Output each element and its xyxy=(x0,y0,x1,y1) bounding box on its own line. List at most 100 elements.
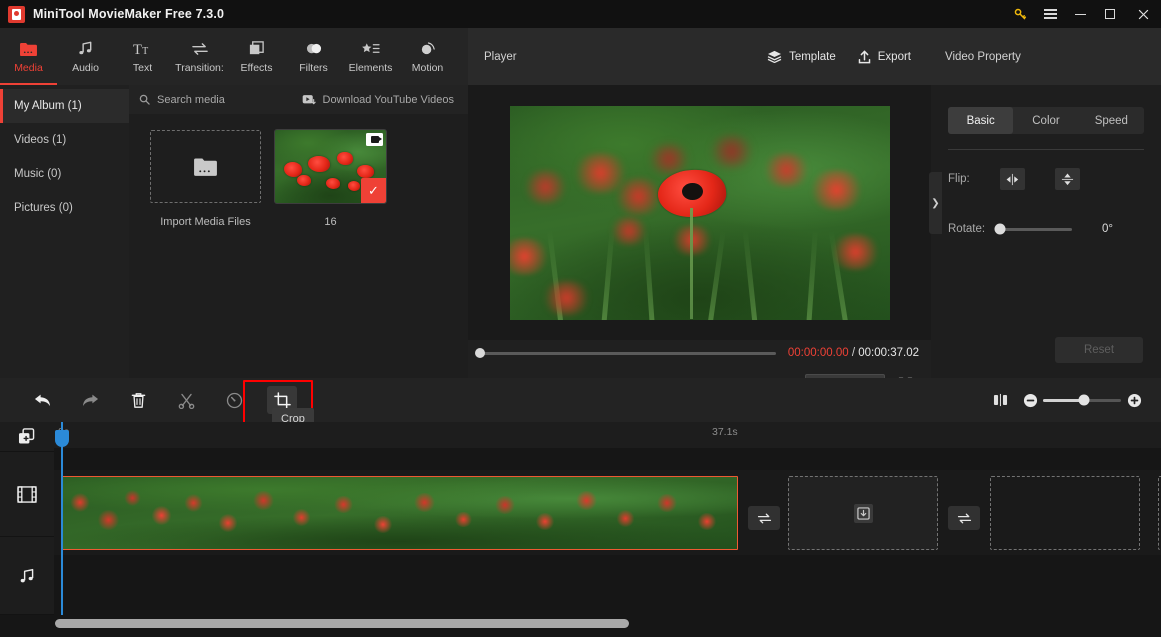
export-button[interactable]: Export xyxy=(858,50,911,64)
ribbon-item-text[interactable]: TT Text xyxy=(114,28,171,85)
close-button[interactable] xyxy=(1125,0,1161,28)
ribbon-item-audio[interactable]: Audio xyxy=(57,28,114,85)
flip-row: Flip: xyxy=(948,166,1144,192)
poppy-shape xyxy=(297,175,311,187)
category-music[interactable]: Music (0) xyxy=(0,157,129,191)
template-button[interactable]: Template xyxy=(767,50,836,63)
category-label: Music (0) xyxy=(14,168,62,180)
tab-label: Basic xyxy=(966,114,995,127)
player-stage xyxy=(468,85,931,340)
import-media-dropzone[interactable] xyxy=(150,130,261,203)
ribbon-item-elements[interactable]: Elements xyxy=(342,28,399,85)
maximize-button[interactable] xyxy=(1095,0,1125,28)
tab-basic[interactable]: Basic xyxy=(948,107,1014,134)
app-title: MiniTool MovieMaker Free 7.3.0 xyxy=(33,7,225,21)
media-categories: My Album (1) Videos (1) Music (0) Pictur… xyxy=(0,85,129,378)
clip-poppy xyxy=(69,492,90,512)
ribbon-item-motion[interactable]: Motion xyxy=(399,28,456,85)
zoom-out-button[interactable] xyxy=(1017,378,1043,422)
player-actions: Template Export xyxy=(767,50,911,64)
zoom-in-button[interactable] xyxy=(1121,378,1147,422)
chevron-right-icon: ❯ xyxy=(931,197,940,209)
reset-button[interactable]: Reset xyxy=(1055,337,1143,363)
zoom-out-icon xyxy=(1023,393,1037,407)
blurred-poppy xyxy=(805,169,867,211)
track-headers xyxy=(0,422,54,615)
zoom-in-icon xyxy=(1127,393,1141,407)
playhead-line[interactable] xyxy=(61,422,63,619)
rotate-handle[interactable] xyxy=(994,223,1006,235)
clip-poppy xyxy=(184,494,204,512)
tab-speed[interactable]: Speed xyxy=(1079,107,1144,134)
split-button[interactable] xyxy=(162,378,210,422)
media-item-cell[interactable]: ✓ 16 xyxy=(268,129,393,228)
search-icon xyxy=(139,94,150,105)
video-track-header[interactable] xyxy=(0,452,54,537)
hamburger-menu-icon xyxy=(1043,9,1057,19)
category-videos[interactable]: Videos (1) xyxy=(0,123,129,157)
undo-button[interactable] xyxy=(18,378,66,422)
ruler-end-label: 37.1s xyxy=(712,426,738,438)
timeline-tracks xyxy=(54,448,1161,615)
minimize-button[interactable] xyxy=(1065,0,1095,28)
media-drop-slot-1[interactable] xyxy=(788,476,938,550)
category-pictures[interactable]: Pictures (0) xyxy=(0,191,129,225)
media-thumbnail[interactable]: ✓ xyxy=(274,129,387,204)
split-screen-button[interactable] xyxy=(983,378,1017,422)
search-media-input[interactable]: Search media xyxy=(139,94,225,106)
seek-handle[interactable] xyxy=(475,348,485,358)
ribbon-label: Filters xyxy=(299,61,328,74)
player-title: Player xyxy=(484,50,517,63)
panel-collapse-handle[interactable]: ❯ xyxy=(929,172,942,234)
player-header: Player Template Export xyxy=(468,28,931,85)
ribbon-item-transitions[interactable]: Transition: xyxy=(171,28,228,85)
template-label: Template xyxy=(789,50,836,63)
transition-slot-1[interactable] xyxy=(748,506,780,530)
maximize-icon xyxy=(1105,9,1115,19)
tab-color[interactable]: Color xyxy=(1013,107,1078,134)
category-my-album[interactable]: My Album (1) xyxy=(0,89,129,123)
transition-slot-2[interactable] xyxy=(948,506,980,530)
download-youtube-button[interactable]: Download YouTube Videos xyxy=(302,94,454,106)
media-panel: My Album (1) Videos (1) Music (0) Pictur… xyxy=(0,85,468,378)
video-clip[interactable] xyxy=(62,476,738,550)
playhead-handle[interactable] xyxy=(55,430,69,447)
ribbon-item-media[interactable]: Media xyxy=(0,28,57,85)
import-media-cell[interactable]: Import Media Files xyxy=(143,130,268,228)
preview-video-frame[interactable] xyxy=(509,105,890,320)
ribbon-item-filters[interactable]: Filters xyxy=(285,28,342,85)
crop-icon xyxy=(273,391,291,409)
flip-horizontal-button[interactable] xyxy=(1000,168,1025,190)
ribbon-item-effects[interactable]: Effects xyxy=(228,28,285,85)
delete-button[interactable] xyxy=(114,378,162,422)
add-media-track-button[interactable] xyxy=(0,422,54,452)
window-controls xyxy=(1005,0,1161,28)
time-separator: / xyxy=(851,347,856,359)
search-placeholder: Search media xyxy=(157,93,225,106)
add-media-icon xyxy=(18,427,34,444)
check-icon[interactable]: ✓ xyxy=(361,178,386,203)
speed-button[interactable] xyxy=(210,378,258,422)
media-drop-slot-2[interactable] xyxy=(990,476,1140,550)
timeline-ruler[interactable]: 0s 37.1s xyxy=(54,422,1161,448)
clip-poppy xyxy=(332,495,355,513)
main-menu-button[interactable] xyxy=(1035,0,1065,28)
media-toolbar: Search media Download YouTube Videos xyxy=(129,85,468,114)
rotate-label: Rotate: xyxy=(948,223,986,235)
title-bar: MiniTool MovieMaker Free 7.3.0 xyxy=(0,0,1161,28)
transition-arrows-icon xyxy=(191,40,209,58)
horizontal-scrollbar[interactable] xyxy=(55,619,629,628)
audio-track-header[interactable] xyxy=(0,537,54,615)
license-key-button[interactable] xyxy=(1005,0,1035,28)
seek-slider[interactable] xyxy=(475,348,776,358)
ribbon-label: Transition: xyxy=(175,61,224,74)
music-note-icon xyxy=(77,40,94,58)
redo-button[interactable] xyxy=(66,378,114,422)
effects-squares-icon xyxy=(248,40,265,58)
zoom-slider[interactable] xyxy=(1043,394,1121,406)
folder-icon xyxy=(194,158,217,176)
zoom-handle[interactable] xyxy=(1078,394,1090,406)
clip-poppy xyxy=(292,508,312,526)
rotate-slider[interactable] xyxy=(994,223,1072,235)
flip-vertical-button[interactable] xyxy=(1055,168,1080,190)
